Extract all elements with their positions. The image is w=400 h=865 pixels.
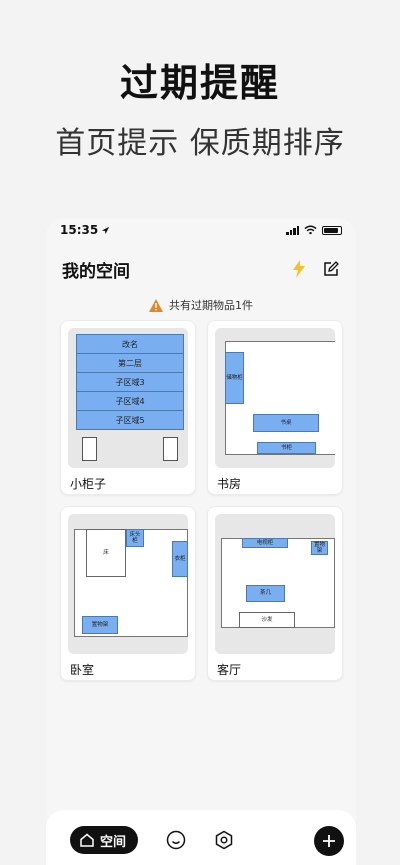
cabinet-leg (82, 437, 97, 461)
settings-hexagon-icon (215, 830, 233, 850)
tab-settings[interactable] (214, 830, 234, 850)
home-icon (80, 833, 94, 847)
space-name: 客厅 (217, 663, 242, 677)
page-title: 我的空间 (62, 261, 130, 282)
furniture-item: 沙发 (239, 612, 295, 628)
wifi-icon (304, 225, 317, 235)
furniture-item: 床 (86, 529, 126, 577)
cabinet-leg (163, 437, 178, 461)
space-preview: 储物柜 书桌 书柜 (215, 328, 335, 468)
plus-icon (323, 835, 335, 847)
furniture-item: 电视柜 (242, 538, 288, 548)
furniture-item: 衣柜 (172, 541, 188, 577)
phone-screen: 15:35 我的空间 共有过期物品1件 改名 第二层 子区域3 子区域4 子区域… (46, 218, 356, 865)
space-name: 书房 (217, 477, 242, 491)
app-header: 我的空间 (46, 244, 356, 294)
furniture-item: 置物架 (82, 616, 118, 634)
smile-icon (166, 830, 186, 850)
cabinet-row: 第二层 (76, 353, 184, 373)
furniture-item: 置物架 (311, 541, 328, 555)
status-bar: 15:35 (46, 220, 356, 240)
space-card-cabinet[interactable]: 改名 第二层 子区域3 子区域4 子区域5 小柜子 (60, 320, 196, 495)
promo-headline: 过期提醒 (119, 61, 280, 105)
expired-notice[interactable]: 共有过期物品1件 (46, 294, 356, 316)
tab-space[interactable]: 空间 (70, 826, 139, 854)
expired-notice-text: 共有过期物品1件 (169, 299, 253, 312)
cabinet-row: 子区域4 (76, 391, 184, 411)
space-grid: 改名 第二层 子区域3 子区域4 子区域5 小柜子 储物柜 书桌 书柜 书房 床… (46, 316, 356, 681)
bottom-tab-bar: 空间 (46, 810, 356, 865)
promo-subline: 首页提示 保质期排序 (55, 126, 345, 161)
edit-icon (324, 261, 339, 276)
space-preview: 电视柜 置物架 茶几 沙发 (215, 514, 335, 654)
space-preview: 床 床头柜 衣柜 置物架 (68, 514, 188, 654)
space-card-living-room[interactable]: 电视柜 置物架 茶几 沙发 客厅 (207, 506, 343, 681)
signal-icon (286, 225, 299, 235)
add-space-button[interactable] (314, 826, 344, 856)
cabinet-row: 子区域5 (76, 410, 184, 430)
furniture-item: 储物柜 (225, 352, 244, 404)
lightning-button[interactable] (290, 260, 308, 278)
tab-space-label: 空间 (100, 834, 127, 850)
cabinet-row: 改名 (76, 334, 184, 354)
warning-icon (149, 298, 163, 312)
tab-mood[interactable] (166, 830, 186, 850)
space-name: 卧室 (70, 663, 95, 677)
space-name: 小柜子 (70, 477, 107, 491)
space-preview: 改名 第二层 子区域3 子区域4 子区域5 (68, 328, 188, 468)
space-card-bedroom[interactable]: 床 床头柜 衣柜 置物架 卧室 (60, 506, 196, 681)
status-time: 15:35 (60, 223, 99, 237)
furniture-item: 茶几 (246, 585, 285, 602)
edit-button[interactable] (322, 260, 340, 278)
battery-icon (322, 225, 342, 235)
furniture-item: 书桌 (253, 414, 319, 432)
location-arrow-icon (102, 226, 110, 234)
furniture-item: 书柜 (257, 442, 316, 454)
furniture-item: 床头柜 (126, 529, 144, 547)
space-card-study[interactable]: 储物柜 书桌 书柜 书房 (207, 320, 343, 495)
lightning-icon (293, 260, 305, 278)
cabinet-row: 子区域3 (76, 372, 184, 392)
